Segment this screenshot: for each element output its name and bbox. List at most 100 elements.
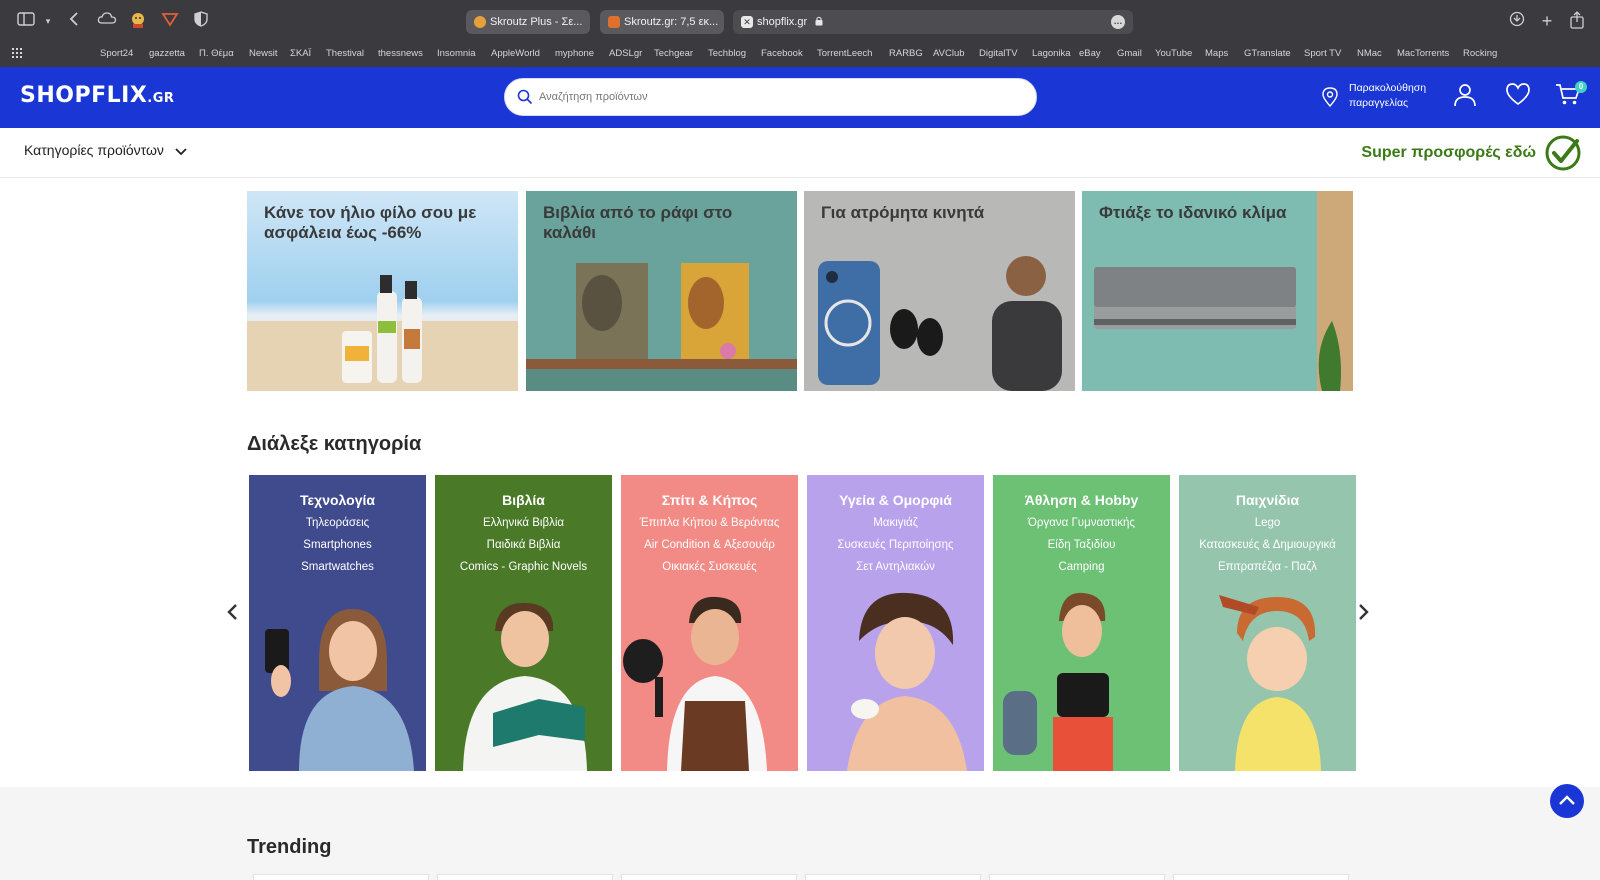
bookmark-item[interactable]: ΣΚΑΪ <box>290 48 311 59</box>
sidebar-toggle-icon[interactable] <box>16 11 36 31</box>
categories-dropdown[interactable]: Κατηγορίες προϊόντων <box>24 142 190 164</box>
extension-avatar-icon[interactable] <box>128 11 148 31</box>
bookmark-item[interactable]: YouTube <box>1155 48 1192 59</box>
banner-phones[interactable]: Για ατρόμητα κινητά <box>804 191 1075 391</box>
category-card-technology[interactable]: Τεχνολογία Τηλεοράσεις Smartphones Smart… <box>249 475 426 771</box>
category-link[interactable]: Camping <box>993 561 1170 573</box>
bookmark-item[interactable]: MacTorrents <box>1397 48 1449 59</box>
bookmark-item[interactable]: Techgear <box>654 48 693 59</box>
site-header: SHOPFLIX.GR Παρακολούθηση παραγγελίας 0 <box>0 67 1600 128</box>
user-icon <box>1452 84 1478 112</box>
banner-sunscreen[interactable]: Κάνε τον ήλιο φίλο σου με ασφάλεια έως -… <box>247 191 518 391</box>
categories-section-title: Διάλεξε κατηγορία <box>247 433 422 455</box>
shopflix-logo[interactable]: SHOPFLIX.GR <box>20 83 174 108</box>
wishlist-button[interactable] <box>1505 82 1535 112</box>
account-button[interactable] <box>1452 82 1482 112</box>
category-title: Βιβλία <box>502 492 545 508</box>
tab-skroutz-plus[interactable]: Skroutz Plus - Σε... <box>466 10 590 34</box>
category-link[interactable]: Lego <box>1179 517 1356 529</box>
cart-button[interactable]: 0 <box>1555 81 1587 112</box>
category-title: Τεχνολογία <box>299 492 375 508</box>
trending-card[interactable] <box>253 874 429 880</box>
tab-skroutz[interactable]: Skroutz.gr: 7,5 εκ... <box>600 10 724 34</box>
cloud-icon[interactable] <box>96 11 118 31</box>
category-card-toys[interactable]: Παιχνίδια Lego Κατασκευές & Δημιουργικά … <box>1179 475 1356 771</box>
bookmark-item[interactable]: AVClub <box>933 48 965 59</box>
category-link[interactable]: Smartphones <box>249 539 426 551</box>
search-input[interactable] <box>539 79 1019 115</box>
trending-card[interactable] <box>989 874 1165 880</box>
back-icon[interactable] <box>64 11 84 31</box>
trending-card[interactable] <box>1173 874 1349 880</box>
bookmark-item[interactable]: Newsit <box>249 48 278 59</box>
category-card-home-garden[interactable]: Σπίτι & Κήπος Έπιπλα Κήπου & Βεράντας Ai… <box>621 475 798 771</box>
bookmark-item[interactable]: Insomnia <box>437 48 476 59</box>
category-link[interactable]: Οικιακές Συσκευές <box>621 561 798 573</box>
new-tab-icon[interactable]: + <box>1537 11 1557 31</box>
cart-count-badge: 0 <box>1575 81 1587 93</box>
category-link[interactable]: Μακιγιάζ <box>807 517 984 529</box>
bookmark-item[interactable]: Lagonika <box>1032 48 1071 59</box>
category-card-books[interactable]: Βιβλία Ελληνικά Βιβλία Παιδικά Βιβλία Co… <box>435 475 612 771</box>
bookmark-item[interactable]: Sport24 <box>100 48 133 59</box>
bookmark-item[interactable]: Sport TV <box>1304 48 1341 59</box>
category-link[interactable]: Έπιπλα Κήπου & Βεράντας <box>621 517 798 529</box>
logo-suffix: .GR <box>147 91 175 106</box>
bookmark-item[interactable]: AppleWorld <box>491 48 540 59</box>
track-order-link[interactable]: Παρακολούθηση παραγγελίας <box>1322 79 1434 115</box>
chevron-down-icon <box>174 144 190 158</box>
bookmark-item[interactable]: Thestival <box>326 48 364 59</box>
privacy-shield-icon[interactable] <box>191 11 211 31</box>
more-icon[interactable]: … <box>1111 15 1125 29</box>
category-link[interactable]: Είδη Ταξιδίου <box>993 539 1170 551</box>
close-tab-icon[interactable]: ✕ <box>741 16 753 28</box>
category-link[interactable]: Comics - Graphic Novels <box>435 561 612 573</box>
category-link[interactable]: Σετ Αντηλιακών <box>807 561 984 573</box>
category-link[interactable]: Κατασκευές & Δημιουργικά <box>1179 539 1356 551</box>
bookmark-item[interactable]: Techblog <box>708 48 746 59</box>
bookmark-item[interactable]: gazzetta <box>149 48 185 59</box>
chevron-down-icon[interactable]: ▾ <box>38 11 58 31</box>
bookmark-item[interactable]: Gmail <box>1117 48 1142 59</box>
bookmark-item[interactable]: ADSLgr <box>609 48 642 59</box>
bookmark-item[interactable]: thessnews <box>378 48 423 59</box>
bookmark-item[interactable]: Facebook <box>761 48 803 59</box>
carousel-prev-button[interactable] <box>224 601 244 625</box>
bookmarks-bar: Sport24 gazzetta Π. Θέμα Newsit ΣΚΑΪ Thestiva… <box>0 45 1600 65</box>
extension-shield-red-icon[interactable] <box>160 11 180 31</box>
category-title: Άθληση & Hobby <box>1024 492 1139 508</box>
bookmark-item[interactable]: RARBG <box>889 48 923 59</box>
bookmark-item[interactable]: NMac <box>1357 48 1382 59</box>
category-link[interactable]: Παιδικά Βιβλία <box>435 539 612 551</box>
trending-card[interactable] <box>621 874 797 880</box>
share-icon[interactable] <box>1567 11 1587 31</box>
category-card-health-beauty[interactable]: Υγεία & Ομορφιά Μακιγιάζ Συσκευές Περιπο… <box>807 475 984 771</box>
bookmark-item[interactable]: DigitalTV <box>979 48 1018 59</box>
bookmark-item[interactable]: TorrentLeech <box>817 48 872 59</box>
search-icon[interactable] <box>517 89 535 107</box>
category-link[interactable]: Smartwatches <box>249 561 426 573</box>
trending-title: Trending <box>247 836 332 858</box>
apps-grid-icon[interactable] <box>12 48 24 61</box>
category-link[interactable]: Τηλεοράσεις <box>249 517 426 529</box>
bookmark-item[interactable]: Rocking <box>1463 48 1497 59</box>
bookmark-item[interactable]: myphone <box>555 48 594 59</box>
category-card-sports-hobby[interactable]: Άθληση & Hobby Όργανα Γυμναστικής Είδη Τ… <box>993 475 1170 771</box>
carousel-next-button[interactable] <box>1356 601 1376 625</box>
bookmark-item[interactable]: eBay <box>1079 48 1101 59</box>
trending-card[interactable] <box>805 874 981 880</box>
downloads-icon[interactable] <box>1507 11 1527 31</box>
scroll-to-top-button[interactable] <box>1550 784 1584 818</box>
bookmark-item[interactable]: Π. Θέμα <box>199 48 234 59</box>
category-link[interactable]: Air Condition & Αξεσουάρ <box>621 539 798 551</box>
category-link[interactable]: Συσκευές Περιποίησης <box>807 539 984 551</box>
bookmark-item[interactable]: GTranslate <box>1244 48 1291 59</box>
trending-card[interactable] <box>437 874 613 880</box>
bookmark-item[interactable]: Maps <box>1205 48 1228 59</box>
category-link[interactable]: Όργανα Γυμναστικής <box>993 517 1170 529</box>
category-link[interactable]: Ελληνικά Βιβλία <box>435 517 612 529</box>
category-link[interactable]: Επιτραπέζια - Παζλ <box>1179 561 1356 573</box>
banner-aircon[interactable]: Φτιάξε το ιδανικό κλίμα <box>1082 191 1353 391</box>
address-bar[interactable]: ✕ shopflix.gr … <box>733 10 1133 34</box>
banner-books[interactable]: Βιβλία από το ράφι στο καλάθι <box>526 191 797 391</box>
